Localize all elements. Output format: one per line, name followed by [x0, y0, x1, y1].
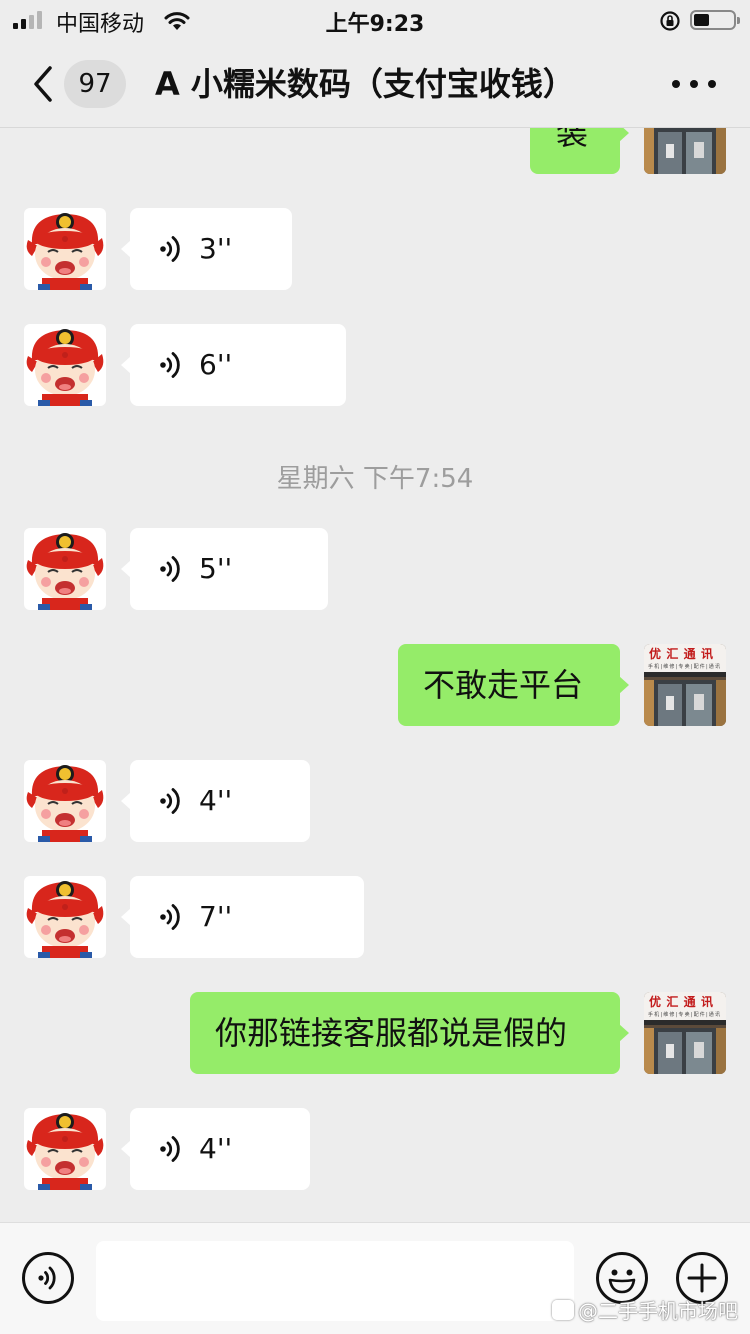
voice-wave-icon — [158, 901, 184, 937]
cartoon-boy-avatar-icon — [24, 528, 106, 610]
voice-message-bubble[interactable]: 5'' — [121, 528, 328, 610]
message-bubble-own[interactable]: 不敢走平台 — [398, 644, 629, 726]
contact-avatar[interactable] — [24, 208, 106, 290]
status-time: 上午9:23 — [325, 12, 425, 37]
message-input[interactable] — [96, 1241, 574, 1321]
voice-duration: 6'' — [199, 348, 233, 381]
voice-wave-icon — [158, 785, 184, 821]
voice-message-bubble[interactable]: 6'' — [121, 324, 346, 406]
timestamp-divider: 星期六 下午7:54 — [276, 464, 474, 494]
voice-input-toggle-icon[interactable] — [21, 1251, 75, 1305]
message-text: 不敢走平台 — [423, 666, 584, 704]
chat-title: A 小糯米数码（支付宝收钱） — [155, 65, 575, 103]
status-bar: 中国移动 上午9:23 — [0, 0, 750, 40]
input-toolbar: @二手手机市场吧 — [0, 1222, 750, 1334]
contact-avatar[interactable] — [24, 324, 106, 406]
voice-wave-icon — [158, 233, 184, 269]
voice-message-bubble[interactable]: 3'' — [121, 208, 292, 290]
watermark-logo-icon — [552, 1299, 574, 1320]
shop-front-avatar-icon: 优汇通讯 手机|维修|专卖|配件|通讯 — [644, 644, 726, 726]
battery-icon — [690, 10, 740, 30]
rotation-lock-icon — [660, 11, 680, 31]
shop-front-avatar-icon: 优汇通讯 手机|维修|专卖|配件|通讯 — [644, 128, 726, 174]
voice-duration: 7'' — [199, 900, 233, 933]
back-chevron-icon[interactable] — [26, 62, 60, 106]
contact-avatar[interactable] — [24, 528, 106, 610]
chat-header: 97 A 小糯米数码（支付宝收钱） — [0, 40, 750, 128]
voice-message-bubble[interactable]: 4'' — [121, 760, 310, 842]
message-text: 你那链接客服都说是假的 — [215, 1014, 568, 1052]
voice-message-bubble[interactable]: 7'' — [121, 876, 364, 958]
cartoon-boy-avatar-icon — [24, 876, 106, 958]
voice-duration: 4'' — [199, 784, 233, 817]
voice-duration: 4'' — [199, 1132, 233, 1165]
voice-wave-icon — [158, 553, 184, 589]
watermark: @二手手机市场吧 — [552, 1295, 738, 1324]
unread-count-badge[interactable]: 97 — [64, 60, 126, 108]
watermark-text: @二手手机市场吧 — [578, 1299, 738, 1323]
own-avatar[interactable]: 优汇通讯 手机|维修|专卖|配件|通讯 — [644, 992, 726, 1074]
contact-avatar[interactable] — [24, 760, 106, 842]
message-list[interactable]: 装 优汇通讯 手机|维修|专卖|配件|通讯 — [0, 128, 750, 1222]
voice-duration: 3'' — [199, 232, 233, 265]
svg-text:手机|维修|专卖|配件|通讯: 手机|维修|专卖|配件|通讯 — [648, 1011, 720, 1018]
voice-duration: 5'' — [199, 552, 233, 585]
message-bubble-own[interactable]: 装 — [530, 128, 629, 174]
cartoon-boy-avatar-icon — [24, 1108, 106, 1190]
more-options-icon[interactable] — [672, 70, 716, 98]
cartoon-boy-avatar-icon — [24, 324, 106, 406]
voice-wave-icon — [158, 349, 184, 385]
cartoon-boy-avatar-icon — [24, 760, 106, 842]
contact-avatar[interactable] — [24, 876, 106, 958]
shop-front-avatar-icon: 优汇通讯 手机|维修|专卖|配件|通讯 — [644, 992, 726, 1074]
message-bubble-own[interactable]: 你那链接客服都说是假的 — [190, 992, 629, 1074]
svg-text:手机|维修|专卖|配件|通讯: 手机|维修|专卖|配件|通讯 — [648, 663, 720, 670]
own-avatar[interactable]: 优汇通讯 手机|维修|专卖|配件|通讯 — [644, 128, 726, 174]
voice-message-bubble[interactable]: 4'' — [121, 1108, 310, 1190]
own-avatar[interactable]: 优汇通讯 手机|维修|专卖|配件|通讯 — [644, 644, 726, 726]
message-text: 装 — [556, 128, 589, 152]
voice-wave-icon — [158, 1133, 184, 1169]
contact-avatar[interactable] — [24, 1108, 106, 1190]
cartoon-boy-avatar-icon — [24, 208, 106, 290]
